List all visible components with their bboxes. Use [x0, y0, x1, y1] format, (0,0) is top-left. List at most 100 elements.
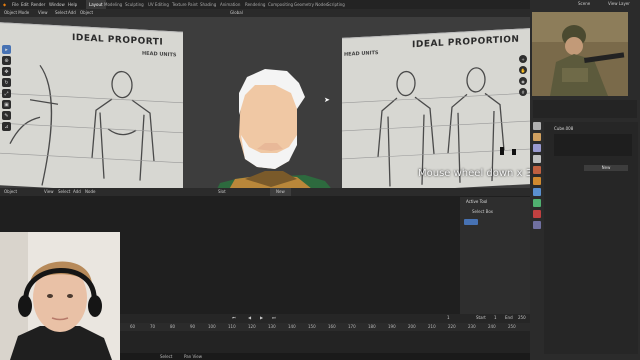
tool-tab-icon[interactable]: [533, 122, 541, 130]
transform-tool-icon[interactable]: ▣: [2, 100, 11, 109]
status-pan-hint: Pan View: [184, 354, 202, 359]
tab-texture-paint[interactable]: Texture Paint: [172, 0, 198, 9]
render-tab-icon[interactable]: [533, 133, 541, 141]
menu-add[interactable]: Add: [73, 188, 81, 196]
frame-tick: 170: [348, 324, 356, 329]
view-layer-tab-icon[interactable]: [533, 155, 541, 163]
tab-animation[interactable]: Animation: [220, 0, 240, 9]
blender-logo-icon[interactable]: ◆: [3, 0, 6, 9]
tab-compositing[interactable]: Compositing: [268, 0, 293, 9]
frame-tick: 200: [408, 324, 416, 329]
menu-view[interactable]: View: [38, 9, 48, 17]
end-frame-field[interactable]: 250: [518, 314, 526, 322]
select-box-label[interactable]: Select Box: [472, 209, 493, 214]
texture-tab-icon[interactable]: [533, 221, 541, 229]
viewport-header: Object Mode View Select Add Object Globa…: [0, 9, 530, 17]
lowpoly-character-model[interactable]: [205, 63, 345, 188]
scene-object-marker: [500, 147, 504, 155]
shader-editor-header: Object View Select Add Node Slot New: [0, 188, 530, 196]
tab-uv-editing[interactable]: UV Editing: [148, 0, 169, 9]
active-tool-panel: Active Tool Select Box: [460, 197, 530, 315]
tab-modeling[interactable]: Modeling: [104, 0, 122, 9]
frame-tick: 110: [228, 324, 236, 329]
scene-tab-icon[interactable]: [533, 166, 541, 174]
tab-rendering[interactable]: Rendering: [245, 0, 265, 9]
menu-select[interactable]: Select: [58, 188, 70, 196]
3d-viewport[interactable]: IDEAL PROPORTI HEAD UNITS IDEAL PROPORTI…: [0, 17, 530, 188]
cursor-tool-icon[interactable]: ⊕: [2, 56, 11, 65]
material-slot-list[interactable]: [554, 134, 632, 156]
annotate-tool-icon[interactable]: ✎: [2, 111, 11, 120]
tab-geometry-nodes[interactable]: Geometry Nodes: [294, 0, 328, 9]
frame-tick: 190: [388, 324, 396, 329]
start-frame-field[interactable]: 1: [494, 314, 497, 322]
object-name-field[interactable]: Cube.008: [554, 126, 573, 131]
material-tab-icon[interactable]: [533, 210, 541, 218]
frame-tick: 180: [368, 324, 376, 329]
output-tab-icon[interactable]: [533, 144, 541, 152]
view-layer-label[interactable]: View Layer: [608, 0, 630, 8]
modifier-tab-icon[interactable]: [533, 188, 541, 196]
rotate-tool-icon[interactable]: ↻: [2, 78, 11, 87]
mouse-cursor-icon: ➤: [324, 96, 330, 104]
select-tool-icon[interactable]: ▸: [2, 45, 11, 54]
menu-help[interactable]: Help: [68, 0, 77, 9]
play-icon[interactable]: ▶: [260, 314, 263, 322]
frame-tick: 90: [190, 324, 196, 329]
menu-select[interactable]: Select: [55, 9, 67, 17]
new-material-button[interactable]: New: [584, 165, 628, 171]
scale-tool-icon[interactable]: ⤢: [2, 89, 11, 98]
status-select-hint: Select: [160, 354, 173, 359]
streamer-photo: [0, 232, 120, 360]
menu-file[interactable]: File: [12, 0, 19, 9]
frame-tick: 100: [208, 324, 216, 329]
jump-start-icon[interactable]: ⏮: [232, 314, 236, 322]
editor-mode-dropdown[interactable]: Object: [4, 188, 17, 196]
menu-add[interactable]: Add: [68, 9, 76, 17]
body-sketch-left: [0, 64, 183, 186]
menu-object[interactable]: Object: [80, 9, 93, 17]
properties-tab-strip: [532, 122, 543, 272]
frame-tick: 210: [428, 324, 436, 329]
menu-render[interactable]: Render: [31, 0, 45, 9]
camera-icon[interactable]: ◉: [519, 77, 527, 85]
selection-mode-icons[interactable]: [464, 219, 478, 225]
scene-label[interactable]: Scene: [578, 0, 590, 8]
current-frame-field[interactable]: 1: [447, 314, 450, 322]
soldier-photo: [532, 12, 628, 96]
menu-view[interactable]: View: [44, 188, 54, 196]
grid-icon[interactable]: #: [519, 88, 527, 96]
pan-hand-icon[interactable]: ✋: [519, 66, 527, 74]
jump-end-icon[interactable]: ⏭: [272, 314, 276, 322]
keystroke-overlay: Mouse wheel down x 3: [418, 168, 533, 179]
tab-scripting[interactable]: Scripting: [327, 0, 345, 9]
play-reverse-icon[interactable]: ◀: [248, 314, 251, 322]
frame-tick: 150: [308, 324, 316, 329]
object-tab-icon[interactable]: [533, 177, 541, 185]
tab-sculpting[interactable]: Sculpting: [125, 0, 144, 9]
frame-tick: 70: [150, 324, 156, 329]
menu-edit[interactable]: Edit: [21, 0, 29, 9]
menu-node[interactable]: Node: [85, 188, 95, 196]
menu-window[interactable]: Window: [49, 0, 65, 9]
slot-dropdown[interactable]: Slot: [218, 188, 226, 196]
data-tab-icon[interactable]: [533, 199, 541, 207]
tab-layout[interactable]: Layout: [86, 0, 106, 9]
reference-image-left: IDEAL PROPORTI HEAD UNITS: [0, 22, 183, 188]
measure-tool-icon[interactable]: ⊿: [2, 122, 11, 131]
frame-tick: 140: [288, 324, 296, 329]
transform-orientation-dropdown[interactable]: Global: [230, 9, 243, 17]
new-material-button[interactable]: New: [270, 188, 291, 196]
frame-tick: 120: [248, 324, 256, 329]
frame-tick: 230: [468, 324, 476, 329]
tab-shading[interactable]: Shading: [200, 0, 216, 9]
zoom-icon[interactable]: +: [519, 55, 527, 63]
mode-dropdown[interactable]: Object Mode: [4, 9, 29, 17]
outliner-panel[interactable]: [533, 100, 637, 118]
webcam-overlay-streamer: [0, 232, 120, 360]
properties-panel: Cube.008 New: [544, 122, 638, 354]
move-tool-icon[interactable]: ✥: [2, 67, 11, 76]
frame-tick: 220: [448, 324, 456, 329]
scene-object-marker: [512, 149, 516, 155]
start-frame-label: Start: [476, 315, 486, 320]
